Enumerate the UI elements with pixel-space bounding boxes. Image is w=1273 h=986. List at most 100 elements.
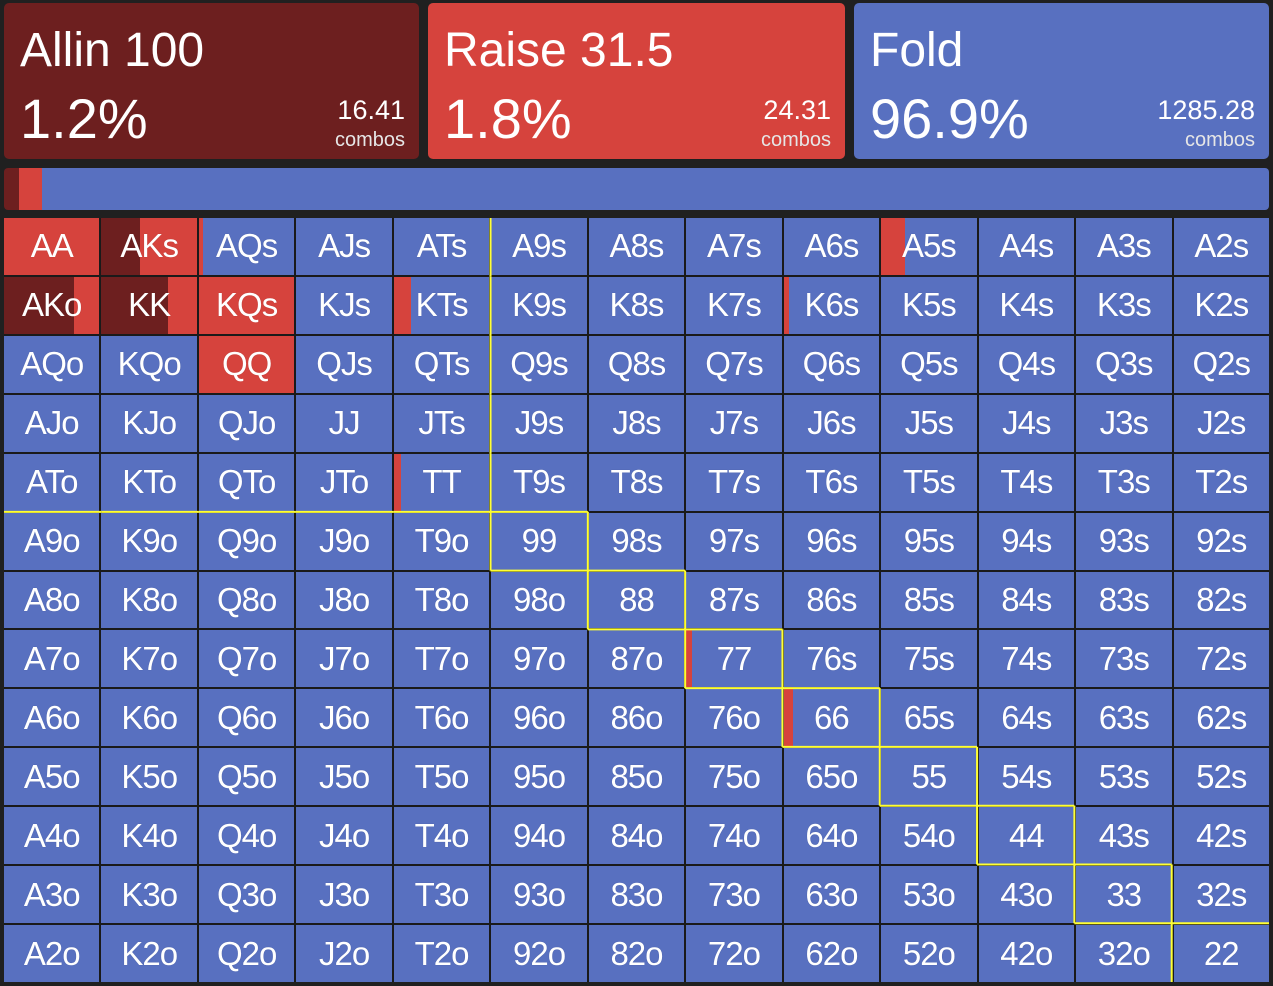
hand-cell-63o[interactable]: 63o (783, 866, 880, 924)
hand-cell-aa[interactable]: AA (4, 218, 100, 275)
hand-cell-a3s[interactable]: A3s (1076, 218, 1172, 275)
hand-cell-53o[interactable]: 53o (881, 866, 977, 924)
hand-cell-kqo[interactable]: KQo (101, 335, 197, 393)
hand-cell-64s[interactable]: 64s (978, 689, 1075, 747)
hand-cell-q3o[interactable]: Q3o (198, 866, 295, 924)
hand-cell-q5o[interactable]: Q5o (198, 748, 295, 806)
hand-cell-83s[interactable]: 83s (1076, 571, 1172, 629)
hand-cell-a4s[interactable]: A4s (978, 218, 1075, 275)
hand-cell-99[interactable]: 99 (491, 512, 587, 570)
hand-cell-j3o[interactable]: J3o (296, 866, 392, 924)
hand-cell-62o[interactable]: 62o (783, 925, 880, 982)
hand-cell-a6o[interactable]: A6o (4, 689, 100, 747)
hand-cell-qto[interactable]: QTo (198, 453, 295, 511)
hand-cell-t8o[interactable]: T8o (393, 571, 490, 629)
hand-cell-ajs[interactable]: AJs (296, 218, 392, 275)
hand-cell-a9o[interactable]: A9o (4, 512, 100, 570)
hand-cell-j4s[interactable]: J4s (978, 394, 1075, 452)
hand-cell-jts[interactable]: JTs (393, 394, 490, 452)
fold-action-card[interactable]: Fold 96.9% 1285.28 combos (854, 3, 1269, 159)
hand-cell-q8o[interactable]: Q8o (198, 571, 295, 629)
hand-cell-t3o[interactable]: T3o (393, 866, 490, 924)
hand-cell-j8o[interactable]: J8o (296, 571, 392, 629)
hand-cell-t4o[interactable]: T4o (393, 807, 490, 865)
hand-cell-k7o[interactable]: K7o (101, 630, 197, 688)
hand-cell-j4o[interactable]: J4o (296, 807, 392, 865)
hand-cell-j5s[interactable]: J5s (881, 394, 977, 452)
hand-cell-k6s[interactable]: K6s (783, 276, 880, 334)
hand-cell-j6o[interactable]: J6o (296, 689, 392, 747)
hand-cell-62s[interactable]: 62s (1173, 689, 1269, 747)
hand-cell-ato[interactable]: ATo (4, 453, 100, 511)
hand-cell-t9s[interactable]: T9s (491, 453, 587, 511)
hand-cell-kto[interactable]: KTo (101, 453, 197, 511)
hand-cell-82s[interactable]: 82s (1173, 571, 1269, 629)
hand-cell-32o[interactable]: 32o (1076, 925, 1172, 982)
hand-cell-55[interactable]: 55 (881, 748, 977, 806)
hand-cell-kk[interactable]: KK (101, 276, 197, 334)
hand-cell-54o[interactable]: 54o (881, 807, 977, 865)
hand-cell-32s[interactable]: 32s (1173, 866, 1269, 924)
hand-cell-q6s[interactable]: Q6s (783, 335, 880, 393)
hand-cell-85o[interactable]: 85o (588, 748, 685, 806)
hand-cell-84s[interactable]: 84s (978, 571, 1075, 629)
hand-cell-92s[interactable]: 92s (1173, 512, 1269, 570)
hand-cell-a6s[interactable]: A6s (783, 218, 880, 275)
hand-cell-kts[interactable]: KTs (393, 276, 490, 334)
hand-cell-72s[interactable]: 72s (1173, 630, 1269, 688)
hand-cell-87o[interactable]: 87o (588, 630, 685, 688)
hand-cell-96s[interactable]: 96s (783, 512, 880, 570)
hand-cell-k8o[interactable]: K8o (101, 571, 197, 629)
hand-cell-k5o[interactable]: K5o (101, 748, 197, 806)
hand-cell-q2o[interactable]: Q2o (198, 925, 295, 982)
hand-cell-42o[interactable]: 42o (978, 925, 1075, 982)
hand-cell-j2s[interactable]: J2s (1173, 394, 1269, 452)
hand-cell-97o[interactable]: 97o (491, 630, 587, 688)
hand-cell-t2s[interactable]: T2s (1173, 453, 1269, 511)
hand-cell-87s[interactable]: 87s (686, 571, 782, 629)
hand-cell-kjo[interactable]: KJo (101, 394, 197, 452)
hand-cell-k3s[interactable]: K3s (1076, 276, 1172, 334)
hand-cell-85s[interactable]: 85s (881, 571, 977, 629)
hand-cell-74s[interactable]: 74s (978, 630, 1075, 688)
hand-cell-a5s[interactable]: A5s (881, 218, 977, 275)
hand-cell-qjs[interactable]: QJs (296, 335, 392, 393)
hand-cell-k2o[interactable]: K2o (101, 925, 197, 982)
hand-cell-44[interactable]: 44 (978, 807, 1075, 865)
hand-cell-92o[interactable]: 92o (491, 925, 587, 982)
hand-cell-93o[interactable]: 93o (491, 866, 587, 924)
hand-cell-j7s[interactable]: J7s (686, 394, 782, 452)
hand-cell-t7o[interactable]: T7o (393, 630, 490, 688)
hand-cell-k7s[interactable]: K7s (686, 276, 782, 334)
hand-cell-a8o[interactable]: A8o (4, 571, 100, 629)
hand-cell-qq[interactable]: QQ (198, 335, 295, 393)
hand-cell-k5s[interactable]: K5s (881, 276, 977, 334)
hand-cell-k3o[interactable]: K3o (101, 866, 197, 924)
hand-cell-t5s[interactable]: T5s (881, 453, 977, 511)
hand-cell-ako[interactable]: AKo (4, 276, 100, 334)
hand-cell-94s[interactable]: 94s (978, 512, 1075, 570)
hand-cell-q3s[interactable]: Q3s (1076, 335, 1172, 393)
hand-cell-j9o[interactable]: J9o (296, 512, 392, 570)
allin-action-card[interactable]: Allin 100 1.2% 16.41 combos (4, 3, 419, 159)
hand-cell-q4s[interactable]: Q4s (978, 335, 1075, 393)
hand-cell-63s[interactable]: 63s (1076, 689, 1172, 747)
hand-cell-53s[interactable]: 53s (1076, 748, 1172, 806)
hand-cell-75o[interactable]: 75o (686, 748, 782, 806)
hand-cell-ajo[interactable]: AJo (4, 394, 100, 452)
hand-cell-33[interactable]: 33 (1076, 866, 1172, 924)
hand-cell-j2o[interactable]: J2o (296, 925, 392, 982)
hand-cell-74o[interactable]: 74o (686, 807, 782, 865)
hand-cell-k9o[interactable]: K9o (101, 512, 197, 570)
hand-cell-95o[interactable]: 95o (491, 748, 587, 806)
hand-cell-76o[interactable]: 76o (686, 689, 782, 747)
hand-cell-94o[interactable]: 94o (491, 807, 587, 865)
hand-cell-t6o[interactable]: T6o (393, 689, 490, 747)
raise-action-card[interactable]: Raise 31.5 1.8% 24.31 combos (428, 3, 845, 159)
hand-cell-ats[interactable]: ATs (393, 218, 490, 275)
hand-cell-42s[interactable]: 42s (1173, 807, 1269, 865)
hand-cell-j3s[interactable]: J3s (1076, 394, 1172, 452)
hand-cell-t4s[interactable]: T4s (978, 453, 1075, 511)
hand-cell-66[interactable]: 66 (783, 689, 880, 747)
hand-cell-jj[interactable]: JJ (296, 394, 392, 452)
